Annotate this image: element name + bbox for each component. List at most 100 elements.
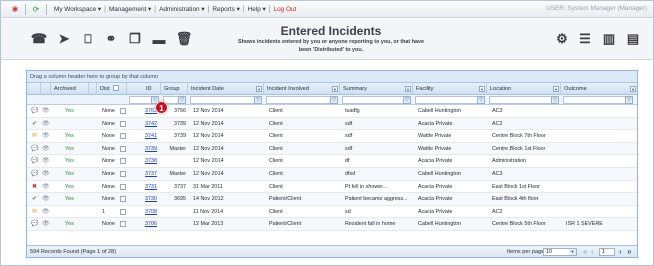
table-row[interactable]: ✔ 👁 None 3742 3739 12 Nov 2014 Client sdf Acacia… [27,117,637,131]
inbox-icon[interactable]: ▬ [151,31,167,47]
menu-reports[interactable]: Reports ▾ [209,5,242,13]
filter-outcome[interactable]: ▽ [563,96,633,104]
refresh-icon[interactable]: ⟳ [30,4,42,15]
row-checkbox[interactable] [120,196,126,203]
menu-help[interactable]: Help ▾ [245,5,269,13]
table-row[interactable]: ✖ 👁 Yes None 3731 3737 31 Mar 2011 Client Pt fel… [27,181,637,194]
cell-id[interactable]: 3708 [142,206,161,219]
row-checkbox[interactable] [120,145,126,152]
settings-icon[interactable]: ⚙ [554,31,570,47]
prev-page-icon[interactable]: ‹ [591,246,594,258]
chat-icon: 💬 [31,221,39,228]
header-incident-date[interactable]: Incident Date ▼ [188,83,264,95]
cell-id[interactable]: 3706 [142,218,161,231]
table-row[interactable]: 💬 👁 Yes None 3763 3756 12 Nov 2014 Client tsadfg… [27,105,637,118]
view-icon[interactable]: 👁 [42,221,50,228]
chevron-down-icon[interactable]: ▼ [405,86,411,92]
header-dist[interactable]: Dist [97,83,127,95]
view-icon[interactable]: 👁 [42,196,50,203]
cell-id[interactable]: 3742 [142,118,161,131]
filter-incident-involved[interactable]: ▽ [266,96,338,104]
row-checkbox[interactable] [120,221,126,228]
row-checkbox[interactable] [120,133,126,140]
header-outcome[interactable]: Outcome ▼ [561,83,637,95]
row-checkbox[interactable] [120,120,126,127]
header-facility[interactable]: Facility ▼ [413,83,487,95]
view-icon[interactable]: 👁 [42,108,50,115]
table-row[interactable]: 💬 👁 Yes None 3738 12 Nov 2014 Client df Acacia P… [27,155,637,168]
cell-id[interactable]: 3731 [142,181,161,194]
filter-icon[interactable]: ▽ [254,96,262,104]
filter-icon[interactable]: ▽ [178,96,186,104]
delete-icon[interactable]: 🗑 [176,31,193,47]
row-checkbox[interactable] [120,170,126,177]
select-all-checkbox[interactable] [112,85,119,91]
row-checkbox[interactable] [120,183,126,190]
menu-administration[interactable]: Administration ▾ [156,5,207,13]
table-row[interactable]: ✔ 👁 Yes None 3730 3695 14 Nov 2012 Patient/Clie… [27,193,637,206]
cell-id[interactable]: 3741 [142,130,161,143]
row-checkbox[interactable] [120,208,126,215]
last-page-icon[interactable]: » [627,246,631,258]
header-id[interactable]: ID [127,83,161,95]
view-icon[interactable]: 👁 [42,184,50,191]
header-archived[interactable]: Archived [51,83,89,95]
header-location[interactable]: Location ▼ [487,83,561,95]
row-checkbox[interactable] [120,158,126,165]
filter-summary[interactable]: ▽ [342,96,411,104]
send-icon[interactable]: ➤ [56,31,72,47]
filter-icon[interactable]: ▽ [625,96,633,104]
cell-id[interactable]: 3730 [142,193,161,206]
filter-icon[interactable]: ▽ [403,96,411,104]
table-row[interactable]: ✉ 👁 1 3708 11 Nov 2014 Client sd Acacia Private… [27,206,637,219]
layout-icon[interactable]: ▤ [625,31,641,47]
columns-icon[interactable]: ▥ [601,31,617,47]
table-row[interactable]: ✉ 👁 Yes None 3741 3739 12 Nov 2014 Client sdf Wat… [27,130,637,143]
filter-icon[interactable]: ▽ [551,96,559,104]
list-view-icon[interactable]: ☰ [577,31,593,47]
page-number-select[interactable]: 1 [599,248,615,256]
first-page-icon[interactable]: « [583,246,587,258]
chevron-down-icon[interactable]: ▼ [256,86,262,92]
view-icon[interactable]: 👁 [42,146,50,153]
filter-id[interactable]: ▽ [129,96,159,104]
next-page-icon[interactable]: › [619,246,622,258]
cell-summary: Patient became aggress... [345,196,408,203]
filter-incident-date[interactable]: ▽ [190,96,262,104]
view-icon[interactable]: 👁 [42,133,50,140]
chevron-down-icon[interactable]: ▼ [332,86,338,92]
header-group[interactable]: Group [161,83,188,95]
table-row[interactable]: 💬 👁 Yes None 3739 Master 12 Nov 2014 Client sdf W… [27,142,637,156]
chevron-down-icon[interactable]: ▼ [630,86,636,92]
view-icon[interactable]: 👁 [42,209,50,216]
filter-icon[interactable]: ▽ [477,96,485,104]
group-by-bar[interactable]: Drag a column header here to group by th… [27,71,637,83]
view-icon[interactable]: 👁 [42,121,50,128]
table-row[interactable]: 💬 👁 Yes None 3737 Master 12 Nov 2014 Client dfsd… [27,167,637,181]
cell-id[interactable]: 3738 [142,155,161,168]
view-icon[interactable]: 👁 [42,158,50,165]
menu-management[interactable]: Management ▾ [106,5,154,13]
cell-summary: Resident fall in home [345,221,396,228]
header-summary[interactable]: Summary ▼ [340,83,413,95]
logout-link[interactable]: Log Out [271,6,300,13]
chevron-down-icon[interactable]: ▼ [479,86,485,92]
cell-id[interactable]: 3739 [142,143,161,156]
row-checkbox[interactable] [120,108,126,114]
bookmark-icon[interactable]: ⎕ [80,31,96,47]
items-per-page-select[interactable]: 10 ▼ [543,248,577,256]
view-icon[interactable]: 👁 [42,171,50,178]
copy-icon[interactable]: ❐ [127,31,143,47]
table-row[interactable]: 💬 👁 Yes None 3706 12 Mar 2013 Patient/Client Re… [27,218,637,231]
link-icon[interactable]: ⚭ [103,31,119,47]
filter-facility[interactable]: ▽ [415,96,485,104]
filter-location[interactable]: ▽ [489,96,559,104]
star-icon[interactable]: ✱ [9,4,21,15]
cell-id[interactable]: 3737 [142,168,161,181]
chevron-down-icon[interactable]: ▼ [553,86,559,92]
menu-my-workspace[interactable]: My Workspace ▾ [51,5,104,13]
new-incident-icon[interactable]: ☎ [31,31,47,47]
header-incident-involved[interactable]: Incident Involved ▼ [264,83,340,95]
chevron-down-icon[interactable]: ▼ [569,249,576,255]
filter-icon[interactable]: ▽ [330,96,338,104]
